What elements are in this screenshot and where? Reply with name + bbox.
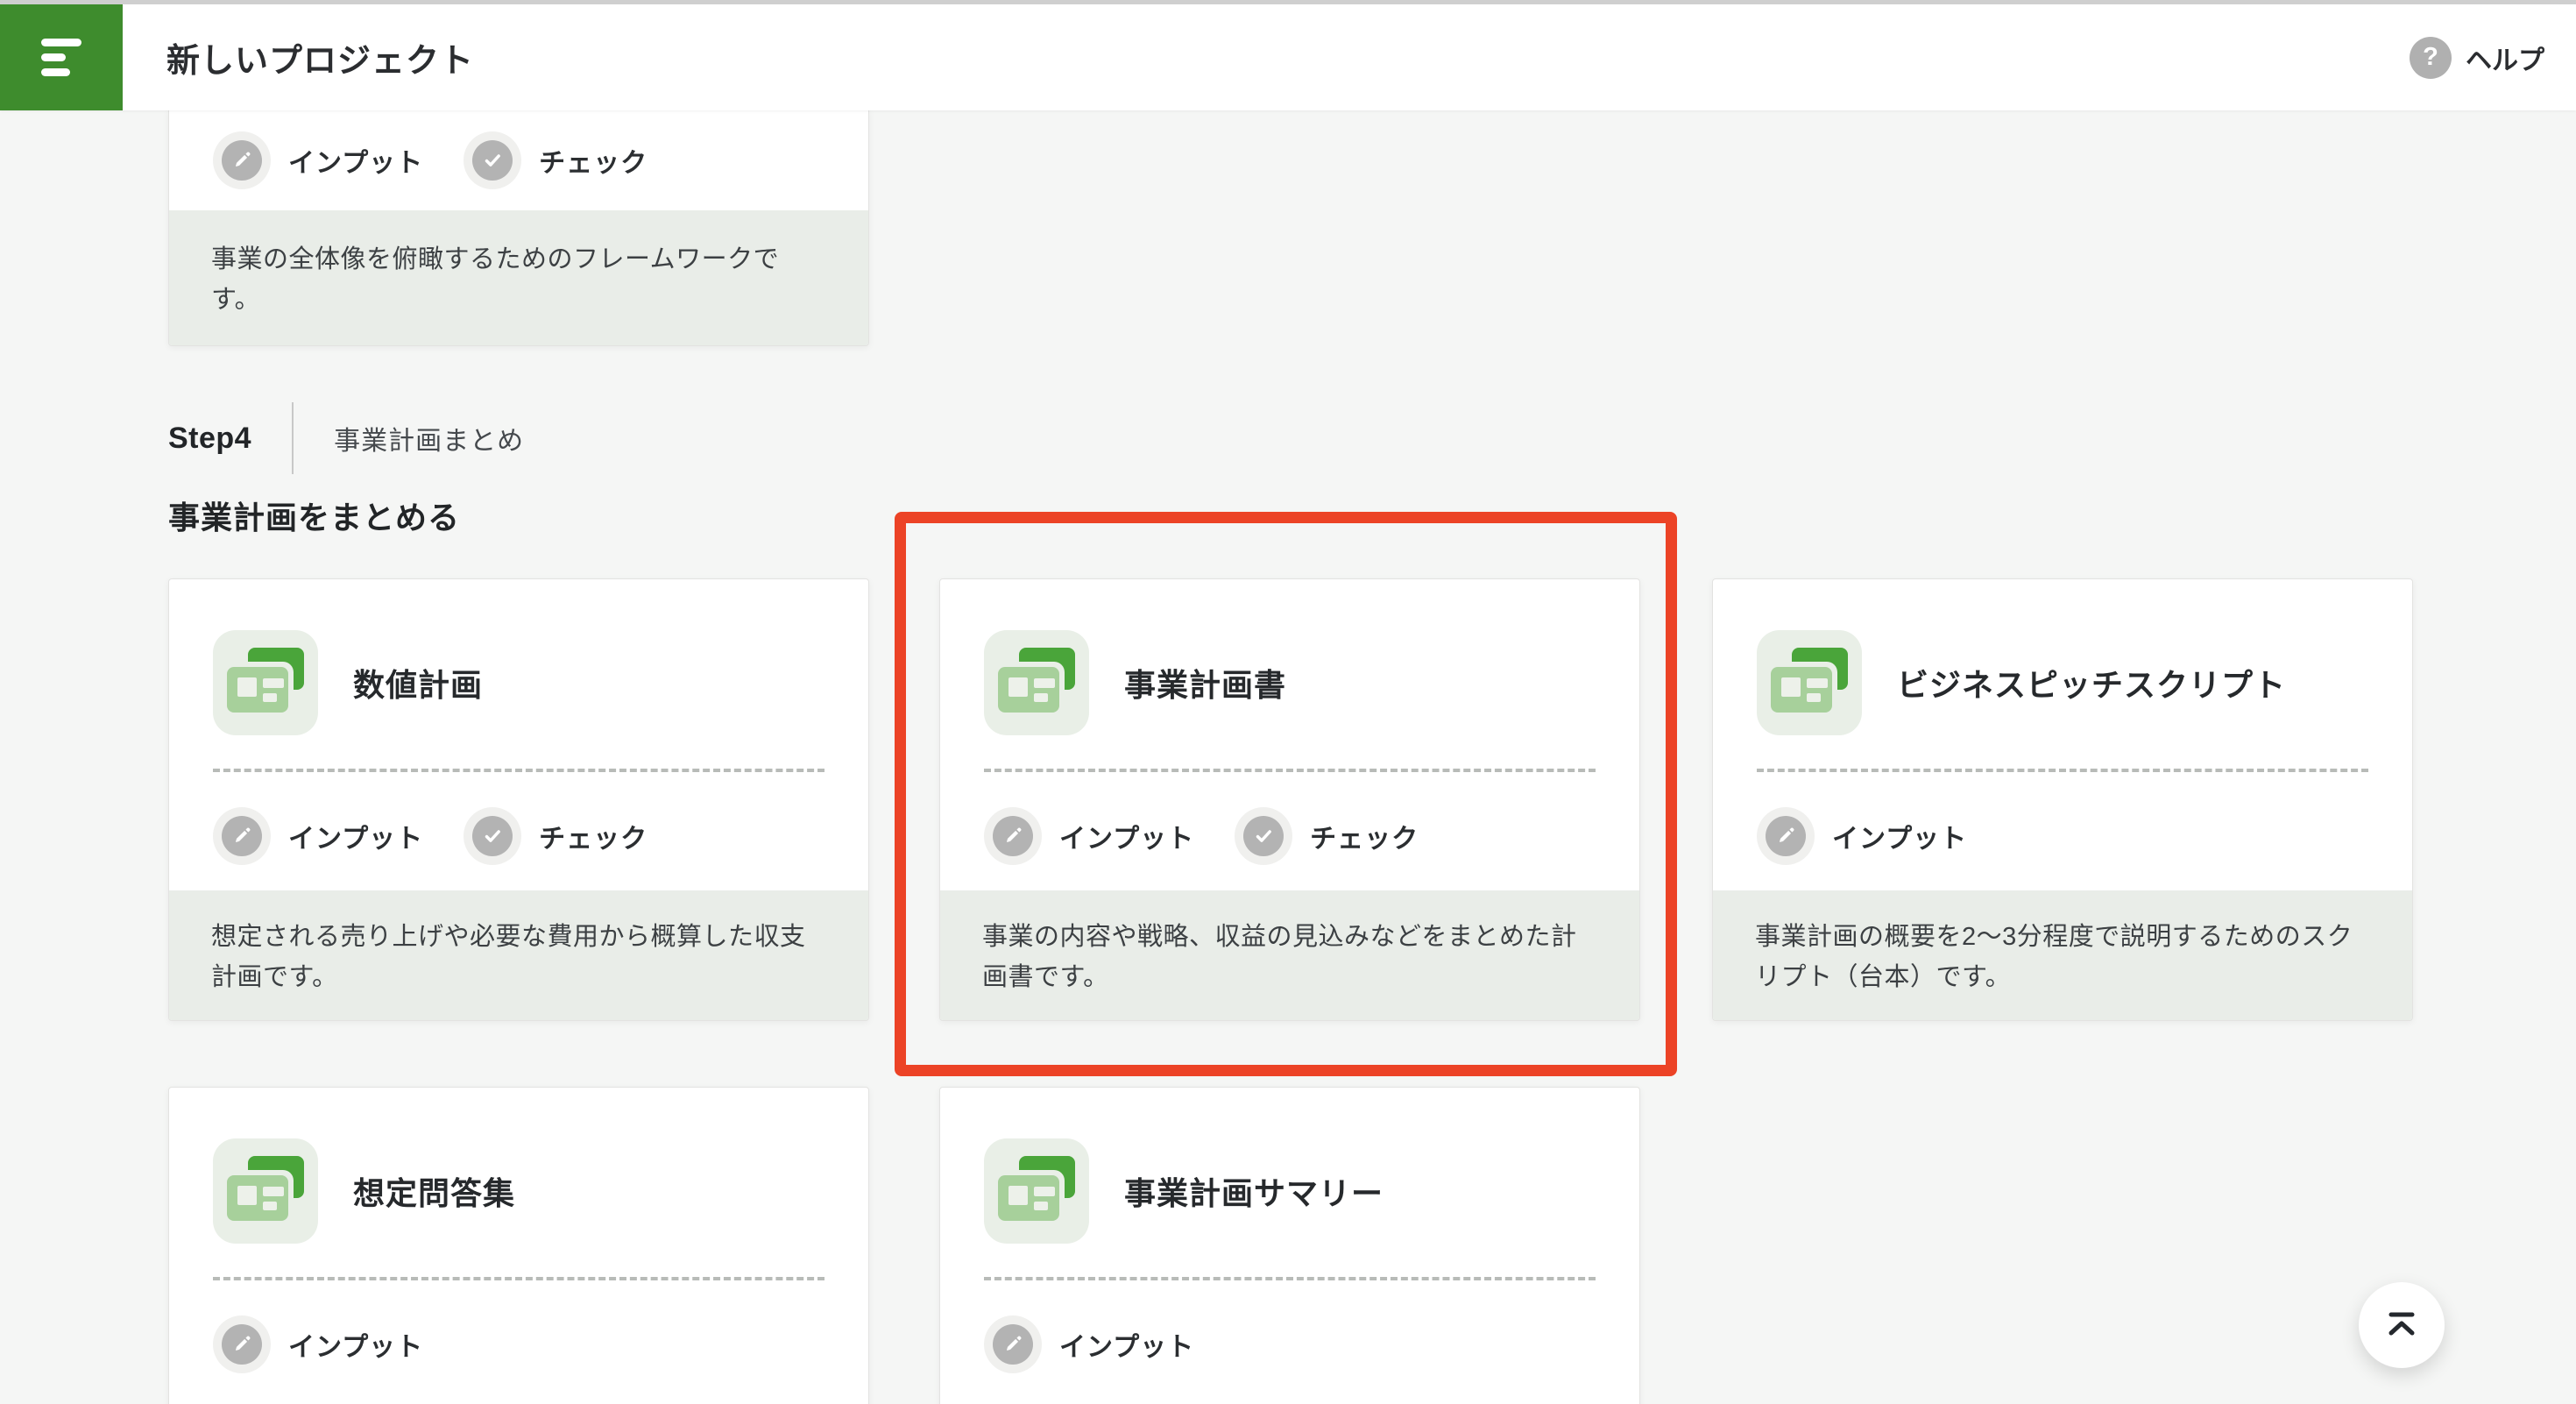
step-number: Step4 — [168, 422, 251, 456]
card-title: 想定問答集 — [353, 1168, 515, 1214]
scroll-to-top-button[interactable] — [2359, 1282, 2445, 1368]
card-description: 事業計画の概要を2〜3分程度で説明するためのスクリプト（台本）です。 — [1713, 890, 2412, 1020]
document-icon — [213, 630, 318, 735]
badge-input: インプット — [213, 131, 423, 189]
badge-row: インプット — [169, 1315, 868, 1373]
help-icon: ? — [2410, 37, 2452, 79]
badge-input: インプット — [984, 1315, 1194, 1373]
step-divider — [292, 402, 294, 474]
new-project-page: { "header": { "title": "新しいプロジェクト", "hel… — [0, 0, 2576, 1404]
header: 新しいプロジェクト ? ヘルプ — [0, 4, 2576, 110]
pencil-icon — [222, 816, 262, 856]
step-indicator: Step4 事業計画まとめ — [168, 402, 524, 474]
check-icon — [472, 816, 513, 856]
card-description: 事業の内容や戦略、収益の見込みなどをまとめた計画書です。 — [940, 890, 1639, 1020]
card-title: 事業計画書 — [1124, 660, 1286, 706]
card-business-plan-summary[interactable]: 事業計画サマリー インプット — [939, 1087, 1640, 1404]
card-title: ビジネスピッチスクリプト — [1897, 660, 2286, 706]
menu-button[interactable] — [0, 4, 123, 110]
pencil-icon — [993, 1324, 1033, 1365]
badge-input: インプット — [213, 1315, 423, 1373]
dashed-divider — [984, 1277, 1596, 1280]
check-icon — [1243, 816, 1284, 856]
badge-row: インプット — [940, 1315, 1639, 1373]
badge-input: インプット — [1757, 807, 1967, 865]
card-business-pitch-script[interactable]: ビジネスピッチスクリプト インプット 事業計画の概要を2〜3分程度で説明するため… — [1712, 578, 2413, 1021]
badge-label: インプット — [288, 141, 423, 180]
document-icon — [984, 630, 1089, 735]
badge-row: インプット チェック — [169, 131, 868, 189]
pencil-icon — [222, 1324, 262, 1365]
step-name: 事業計画まとめ — [334, 419, 524, 457]
dashed-divider — [213, 769, 824, 772]
document-icon — [213, 1138, 318, 1244]
badge-input: インプット — [984, 807, 1194, 865]
dashed-divider — [213, 1277, 824, 1280]
hamburger-icon — [41, 39, 81, 46]
help-label: ヘルプ — [2466, 39, 2544, 77]
pencil-icon — [993, 816, 1033, 856]
section-heading: 事業計画をまとめる — [168, 493, 460, 538]
badge-check: チェック — [464, 807, 648, 865]
card-anticipated-qa[interactable]: 想定問答集 インプット — [168, 1087, 869, 1404]
badge-label: チェック — [539, 141, 648, 180]
badge-input: インプット — [213, 807, 423, 865]
badge-row: インプット チェック — [940, 807, 1639, 865]
help-button[interactable]: ? ヘルプ — [2410, 37, 2544, 79]
card-numeric-plan[interactable]: 数値計画 インプット チェック 想定される売り上げや必要な費用から概算した収支計… — [168, 578, 869, 1021]
badge-row: インプット — [1713, 807, 2412, 865]
scroll-to-top-icon — [2381, 1305, 2422, 1345]
card-title: 事業計画サマリー — [1124, 1168, 1384, 1214]
window-top-border — [0, 0, 2576, 4]
card-description: 想定される売り上げや必要な費用から概算した収支計画です。 — [169, 890, 868, 1020]
card-business-plan-doc[interactable]: 事業計画書 インプット チェック 事業の内容や戦略、収益の見込みなどをまとめた計… — [939, 578, 1640, 1021]
document-icon — [984, 1138, 1089, 1244]
pencil-icon — [1766, 816, 1806, 856]
card-title: 数値計画 — [353, 660, 483, 706]
check-icon — [472, 140, 513, 181]
dashed-divider — [984, 769, 1596, 772]
badge-check: チェック — [464, 131, 648, 189]
page-title: 新しいプロジェクト — [166, 33, 474, 82]
badge-check: チェック — [1235, 807, 1419, 865]
card-description: 事業の全体像を俯瞰するためのフレームワークです。 — [169, 210, 868, 345]
card-framework-partial[interactable]: インプット チェック 事業の全体像を俯瞰するためのフレームワークです。 — [168, 110, 869, 346]
document-icon — [1757, 630, 1862, 735]
badge-row: インプット チェック — [169, 807, 868, 865]
dashed-divider — [1757, 769, 2368, 772]
pencil-icon — [222, 140, 262, 181]
